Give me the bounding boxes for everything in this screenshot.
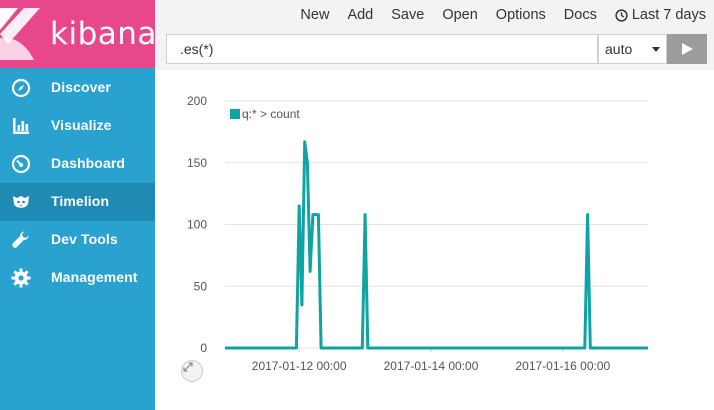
wrench-icon xyxy=(12,231,29,248)
save-button[interactable]: Save xyxy=(391,7,424,23)
sidebar-item-label: Management xyxy=(51,269,138,285)
sidebar-item-discover[interactable]: Discover xyxy=(0,69,155,107)
bar-chart-icon xyxy=(13,118,29,134)
run-button[interactable] xyxy=(667,34,707,64)
timelion-chart: 0 50 100 150 200 2017-01-12 00:00 2017-01-14 0… xyxy=(155,70,714,410)
open-button[interactable]: Open xyxy=(442,7,477,23)
docs-button[interactable]: Docs xyxy=(564,7,597,23)
sidebar-item-label: Timelion xyxy=(51,193,110,209)
series-line xyxy=(225,140,648,350)
options-button[interactable]: Options xyxy=(496,7,546,23)
x-tick-label: 2017-01-16 00:00 xyxy=(515,359,610,373)
sidebar-item-label: Discover xyxy=(51,79,111,95)
chart-legend[interactable]: q:* > count xyxy=(230,107,300,121)
time-range-label: Last 7 days xyxy=(631,7,706,23)
interval-select[interactable]: auto xyxy=(598,34,667,64)
sidebar-item-label: Dashboard xyxy=(51,155,126,171)
chart-canvas[interactable]: 0 50 100 150 200 2017-01-12 00:00 2017-01-14 0… xyxy=(155,70,714,410)
sidebar-item-timelion[interactable]: Timelion xyxy=(0,183,155,221)
sidebar-item-visualize[interactable]: Visualize xyxy=(0,107,155,145)
play-icon xyxy=(682,43,693,55)
sidebar: kibana Discover Visualize Dashboard Time… xyxy=(0,0,157,410)
sidebar-item-dev-tools[interactable]: Dev Tools xyxy=(0,221,155,259)
gear-icon xyxy=(11,268,31,288)
kibana-logo-icon xyxy=(0,8,40,60)
x-tick-label: 2017-01-14 00:00 xyxy=(384,359,479,373)
chevron-down-icon xyxy=(652,47,660,52)
expression-input[interactable] xyxy=(166,34,598,64)
brand-name: kibana xyxy=(50,16,157,52)
new-button[interactable]: New xyxy=(300,7,329,23)
legend-series-label: q:* > count xyxy=(242,107,300,121)
compass-icon xyxy=(11,78,31,98)
top-toolbar: New Add Save Open Options Docs Last 7 da… xyxy=(155,0,714,70)
y-tick-label: 0 xyxy=(200,341,207,355)
interval-value: auto xyxy=(605,41,633,57)
reset-zoom-icon xyxy=(183,362,193,372)
legend-swatch xyxy=(230,109,240,119)
time-range-picker[interactable]: Last 7 days xyxy=(615,7,706,23)
sidebar-item-label: Visualize xyxy=(51,117,112,133)
sidebar-item-label: Dev Tools xyxy=(51,231,118,247)
y-tick-label: 50 xyxy=(194,279,208,293)
add-button[interactable]: Add xyxy=(347,7,373,23)
reset-zoom-button[interactable] xyxy=(181,360,203,382)
y-tick-label: 200 xyxy=(187,94,207,108)
y-tick-label: 100 xyxy=(187,218,207,232)
toolbar-menu: New Add Save Open Options Docs Last 7 da… xyxy=(282,5,706,25)
sidebar-nav: Discover Visualize Dashboard Timelion De… xyxy=(0,69,155,297)
y-tick-label: 150 xyxy=(187,156,207,170)
kibana-logo[interactable]: kibana xyxy=(0,0,157,68)
x-tick-label: 2017-01-12 00:00 xyxy=(252,359,347,373)
sidebar-item-dashboard[interactable]: Dashboard xyxy=(0,145,155,183)
sidebar-item-management[interactable]: Management xyxy=(0,259,155,297)
dashboard-gauge-icon xyxy=(11,154,31,174)
clock-icon xyxy=(615,8,628,22)
timelion-lion-icon xyxy=(13,196,29,208)
